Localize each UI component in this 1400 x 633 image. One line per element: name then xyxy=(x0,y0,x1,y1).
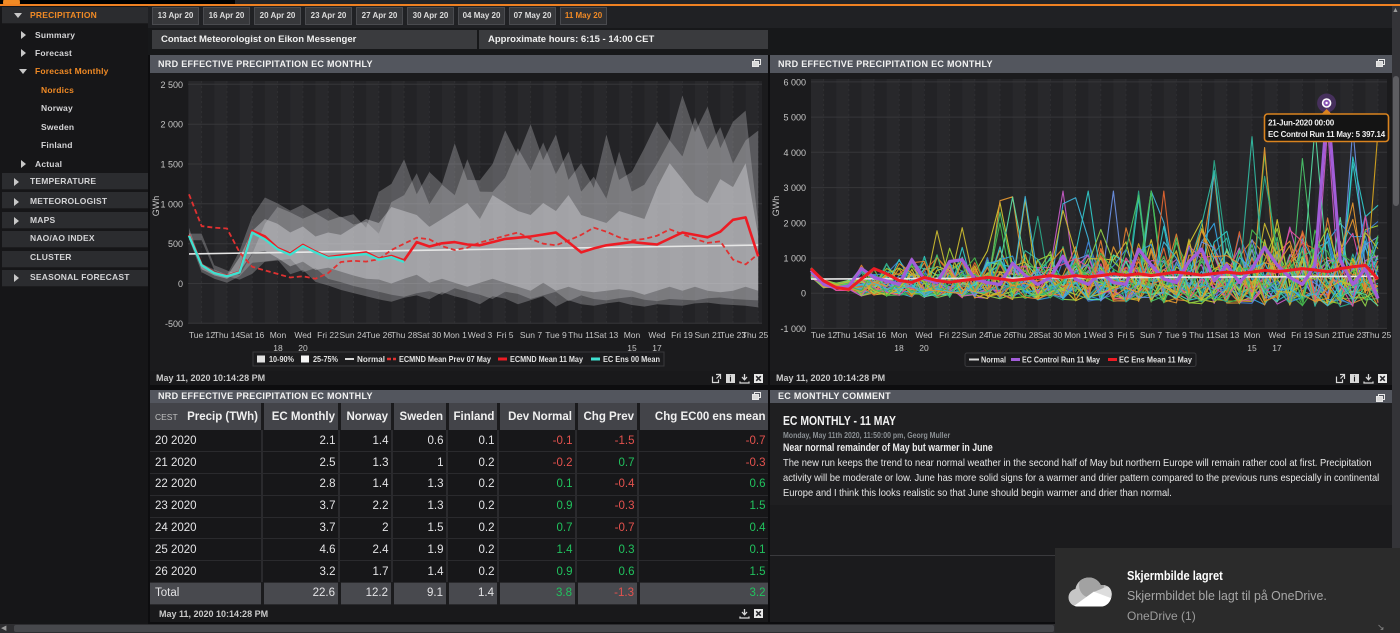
svg-text:3 000: 3 000 xyxy=(783,183,806,193)
svg-text:Sat 13: Sat 13 xyxy=(594,330,619,340)
svg-text:4 000: 4 000 xyxy=(783,148,806,158)
svg-text:2 000: 2 000 xyxy=(160,120,183,130)
svg-text:-1 000: -1 000 xyxy=(780,324,806,334)
svg-text:500: 500 xyxy=(168,239,183,249)
svg-text:10-90%: 10-90% xyxy=(269,354,294,364)
svg-text:-500: -500 xyxy=(165,319,183,329)
svg-text:5 000: 5 000 xyxy=(783,113,806,123)
svg-text:EC Control Run 11 May: EC Control Run 11 May xyxy=(1022,355,1100,365)
svg-text:Normal: Normal xyxy=(357,354,385,364)
svg-text:EC Ens 00 Mean: EC Ens 00 Mean xyxy=(603,354,660,364)
svg-text:1 000: 1 000 xyxy=(160,199,183,209)
svg-text:Tue 26: Tue 26 xyxy=(987,330,1013,340)
svg-text:Tue 12: Tue 12 xyxy=(189,330,215,340)
svg-text:Mon: Mon xyxy=(891,330,908,340)
svg-text:6 000: 6 000 xyxy=(783,77,806,87)
svg-text:Thu 25: Thu 25 xyxy=(1365,330,1392,340)
svg-text:Fri 5: Fri 5 xyxy=(497,330,514,340)
svg-text:15: 15 xyxy=(1247,343,1257,353)
svg-text:Sun 24: Sun 24 xyxy=(962,330,989,340)
svg-text:Thu 25: Thu 25 xyxy=(742,330,768,340)
svg-text:Tue 26: Tue 26 xyxy=(366,330,392,340)
svg-text:Fri 22: Fri 22 xyxy=(317,330,339,340)
svg-text:0: 0 xyxy=(178,279,183,289)
svg-text:Wed 3: Wed 3 xyxy=(1089,330,1114,340)
svg-text:Mon 1: Mon 1 xyxy=(1064,330,1088,340)
svg-text:Wed: Wed xyxy=(915,330,933,340)
svg-text:Tue 9: Tue 9 xyxy=(545,330,567,340)
svg-text:i: i xyxy=(729,375,731,384)
svg-text:Tue 9: Tue 9 xyxy=(1165,330,1187,340)
svg-text:1 000: 1 000 xyxy=(783,254,806,264)
svg-text:18: 18 xyxy=(894,343,904,353)
svg-text:Mon: Mon xyxy=(1244,330,1261,340)
svg-text:Wed: Wed xyxy=(1268,330,1286,340)
svg-text:ECMND Mean Prev 07 May: ECMND Mean Prev 07 May xyxy=(399,354,491,364)
svg-text:Sun 7: Sun 7 xyxy=(1140,330,1162,340)
svg-text:EC Control Run 11 May: 5 397.1: EC Control Run 11 May: 5 397.14 xyxy=(1268,130,1386,139)
svg-text:Fri 19: Fri 19 xyxy=(671,330,693,340)
svg-text:Wed: Wed xyxy=(648,330,666,340)
svg-text:21-Jun-2020 00:00: 21-Jun-2020 00:00 xyxy=(1268,119,1335,128)
svg-text:Sat 16: Sat 16 xyxy=(240,330,265,340)
svg-text:Tue 12: Tue 12 xyxy=(811,330,837,340)
svg-text:Sat 30: Sat 30 xyxy=(1038,330,1063,340)
svg-text:Thu 14: Thu 14 xyxy=(836,330,863,340)
svg-text:Fri 19: Fri 19 xyxy=(1291,330,1313,340)
svg-text:Mon: Mon xyxy=(624,330,641,340)
svg-text:Mon 1: Mon 1 xyxy=(443,330,467,340)
svg-text:Sun 24: Sun 24 xyxy=(340,330,367,340)
svg-text:Sun 21: Sun 21 xyxy=(1315,330,1342,340)
svg-text:Sun 7: Sun 7 xyxy=(520,330,542,340)
svg-text:Thu 11: Thu 11 xyxy=(568,330,594,340)
svg-text:Fri 5: Fri 5 xyxy=(1118,330,1135,340)
svg-text:Thu 11: Thu 11 xyxy=(1189,330,1215,340)
svg-text:Thu 14: Thu 14 xyxy=(214,330,241,340)
svg-text:Sat 30: Sat 30 xyxy=(417,330,442,340)
svg-text:Tue 23: Tue 23 xyxy=(1340,330,1366,340)
svg-text:Wed: Wed xyxy=(294,330,312,340)
svg-text:GWh: GWh xyxy=(151,196,161,217)
svg-text:Fri 22: Fri 22 xyxy=(939,330,961,340)
svg-text:Wed 3: Wed 3 xyxy=(468,330,493,340)
svg-text:2 500: 2 500 xyxy=(160,80,183,90)
svg-text:0: 0 xyxy=(801,289,806,299)
svg-text:Thu 28: Thu 28 xyxy=(1012,330,1039,340)
svg-text:EC Ens Mean 11 May: EC Ens Mean 11 May xyxy=(1119,355,1192,365)
svg-text:20: 20 xyxy=(919,343,929,353)
svg-text:Mon: Mon xyxy=(270,330,287,340)
svg-text:17: 17 xyxy=(1272,343,1282,353)
svg-text:i: i xyxy=(1353,375,1355,384)
svg-text:2 000: 2 000 xyxy=(783,218,806,228)
svg-text:25-75%: 25-75% xyxy=(313,354,338,364)
svg-text:Thu 28: Thu 28 xyxy=(391,330,418,340)
svg-text:ECMND Mean 11 May: ECMND Mean 11 May xyxy=(510,354,583,364)
svg-text:Normal: Normal xyxy=(981,355,1006,365)
svg-text:Sat 13: Sat 13 xyxy=(1215,330,1240,340)
svg-text:GWh: GWh xyxy=(771,196,781,217)
svg-text:1 500: 1 500 xyxy=(160,160,183,170)
svg-text:Sat 16: Sat 16 xyxy=(862,330,887,340)
svg-text:Sun 21: Sun 21 xyxy=(695,330,722,340)
